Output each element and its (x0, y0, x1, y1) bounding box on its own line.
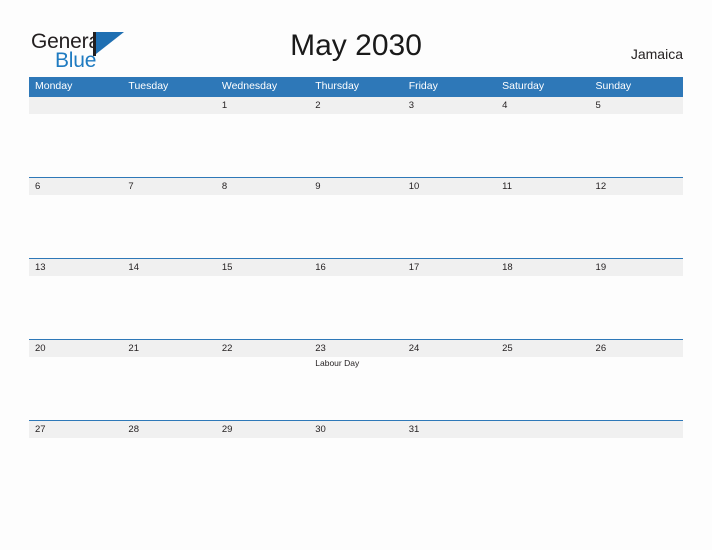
day-cell[interactable] (403, 114, 496, 177)
day-number[interactable] (590, 421, 683, 438)
day-cell[interactable] (29, 276, 122, 339)
week-day-number-band: 13 14 15 16 17 18 19 (29, 258, 683, 276)
page-header: General Blue May 2030 Jamaica (0, 0, 712, 76)
page-title: May 2030 (290, 29, 422, 62)
day-cell[interactable] (590, 276, 683, 339)
week-event-body (29, 195, 683, 258)
day-number[interactable]: 4 (496, 97, 589, 114)
day-number[interactable]: 24 (403, 340, 496, 357)
day-number[interactable]: 8 (216, 178, 309, 195)
day-number[interactable]: 6 (29, 178, 122, 195)
week-event-body (29, 438, 683, 501)
week-day-number-band: 27 28 29 30 31 (29, 420, 683, 438)
week-event-body (29, 276, 683, 339)
day-number[interactable]: 29 (216, 421, 309, 438)
day-cell[interactable] (496, 438, 589, 501)
day-number[interactable]: 2 (309, 97, 402, 114)
day-number[interactable]: 14 (122, 259, 215, 276)
day-number[interactable]: 12 (590, 178, 683, 195)
day-cell[interactable] (590, 438, 683, 501)
day-number[interactable]: 23 (309, 340, 402, 357)
day-number[interactable] (29, 97, 122, 114)
region-label: Jamaica (630, 46, 683, 62)
week-event-body (29, 114, 683, 177)
day-number[interactable]: 9 (309, 178, 402, 195)
weekday-header-thursday: Thursday (315, 80, 360, 92)
day-cell[interactable] (122, 195, 215, 258)
day-cell[interactable] (29, 114, 122, 177)
weekday-header-friday: Friday (408, 80, 438, 92)
day-cell[interactable] (122, 114, 215, 177)
day-cell[interactable] (403, 438, 496, 501)
day-cell[interactable] (309, 114, 402, 177)
day-number[interactable]: 3 (403, 97, 496, 114)
day-number[interactable]: 15 (216, 259, 309, 276)
day-cell[interactable] (590, 195, 683, 258)
day-number[interactable]: 20 (29, 340, 122, 357)
day-cell[interactable] (29, 438, 122, 501)
day-cell[interactable] (216, 195, 309, 258)
week-day-number-band: 20 21 22 23 24 25 26 (29, 339, 683, 357)
day-cell[interactable] (122, 276, 215, 339)
day-cell[interactable]: Labour Day (309, 357, 402, 420)
day-cell[interactable] (29, 357, 122, 420)
day-cell[interactable] (590, 114, 683, 177)
day-cell[interactable] (590, 357, 683, 420)
day-cell[interactable] (29, 195, 122, 258)
calendar-week-row: 6 7 8 9 10 11 12 (29, 177, 683, 258)
day-cell[interactable] (309, 438, 402, 501)
day-cell[interactable] (122, 438, 215, 501)
day-cell[interactable] (403, 357, 496, 420)
calendar-week-row: 1 2 3 4 5 (29, 96, 683, 177)
day-number[interactable]: 25 (496, 340, 589, 357)
calendar-week-row: 13 14 15 16 17 18 19 (29, 258, 683, 339)
day-cell[interactable] (496, 195, 589, 258)
day-number[interactable]: 1 (216, 97, 309, 114)
day-number[interactable]: 16 (309, 259, 402, 276)
day-cell[interactable] (496, 114, 589, 177)
week-day-number-band: 6 7 8 9 10 11 12 (29, 177, 683, 195)
weekday-header-row: Monday Tuesday Wednesday Thursday Friday… (29, 77, 683, 96)
day-number[interactable]: 19 (590, 259, 683, 276)
weekday-header-wednesday: Wednesday (221, 80, 278, 92)
day-number[interactable] (122, 97, 215, 114)
day-number[interactable]: 13 (29, 259, 122, 276)
day-number[interactable] (496, 421, 589, 438)
weekday-header-saturday: Saturday (502, 80, 545, 92)
calendar-week-row: 27 28 29 30 31 (29, 420, 683, 501)
day-cell[interactable] (496, 276, 589, 339)
weekday-header-tuesday: Tuesday (128, 80, 169, 92)
day-number[interactable]: 31 (403, 421, 496, 438)
day-cell[interactable] (403, 276, 496, 339)
calendar-week-row: 20 21 22 23 24 25 26 Labour Day (29, 339, 683, 420)
calendar-grid: Monday Tuesday Wednesday Thursday Friday… (29, 77, 683, 501)
weekday-header-monday: Monday (35, 80, 73, 92)
day-number[interactable]: 28 (122, 421, 215, 438)
day-number[interactable]: 18 (496, 259, 589, 276)
week-day-number-band: 1 2 3 4 5 (29, 96, 683, 114)
day-number[interactable]: 5 (590, 97, 683, 114)
day-cell[interactable] (216, 114, 309, 177)
day-cell[interactable] (403, 195, 496, 258)
day-cell[interactable] (309, 276, 402, 339)
day-number[interactable]: 11 (496, 178, 589, 195)
day-number[interactable]: 26 (590, 340, 683, 357)
day-number[interactable]: 17 (403, 259, 496, 276)
day-cell[interactable] (216, 357, 309, 420)
event-label: Labour Day (315, 358, 360, 368)
day-number[interactable]: 21 (122, 340, 215, 357)
day-cell[interactable] (216, 438, 309, 501)
day-cell[interactable] (122, 357, 215, 420)
calendar-page: General Blue May 2030 Jamaica Monday Tue… (0, 0, 712, 550)
day-cell[interactable] (216, 276, 309, 339)
day-number[interactable]: 27 (29, 421, 122, 438)
day-number[interactable]: 7 (122, 178, 215, 195)
day-number[interactable]: 22 (216, 340, 309, 357)
weekday-header-sunday: Sunday (595, 80, 632, 92)
week-event-body: Labour Day (29, 357, 683, 420)
day-cell[interactable] (496, 357, 589, 420)
day-cell[interactable] (309, 195, 402, 258)
day-number[interactable]: 10 (403, 178, 496, 195)
day-number[interactable]: 30 (309, 421, 402, 438)
